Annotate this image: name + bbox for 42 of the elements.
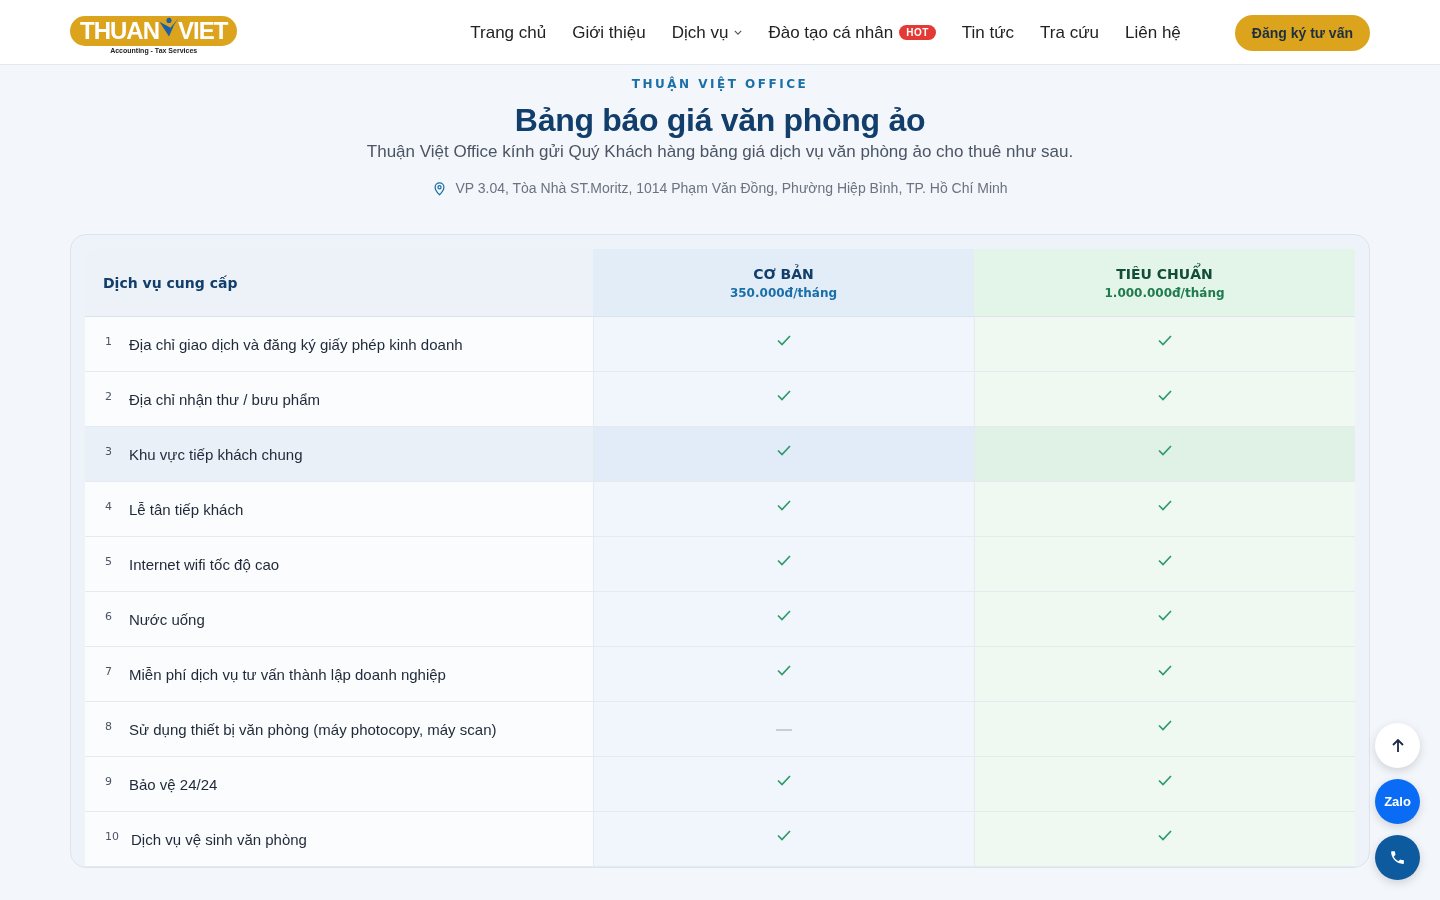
row-number: 10 xyxy=(105,830,119,844)
nav-link[interactable]: Liên hệ xyxy=(1125,22,1181,43)
service-name: Địa chỉ nhận thư / bưu phẩm xyxy=(129,390,321,408)
hot-badge: HOT xyxy=(899,25,936,40)
row-number: 1 xyxy=(105,335,113,349)
nav-link[interactable]: Trang chủ xyxy=(470,22,547,43)
consult-button[interactable]: Đăng ký tư vấn xyxy=(1234,14,1370,51)
service-name: Khu vực tiếp khách chung xyxy=(129,445,303,463)
service-name: Địa chỉ giao dịch và đăng ký giấy phép kinh doanh xyxy=(129,335,463,353)
nav-link[interactable]: Tra cứu xyxy=(1040,22,1100,43)
row-number: 9 xyxy=(105,775,113,789)
row-number: 8 xyxy=(105,720,113,734)
plan-price: 1.000.000đ/tháng xyxy=(1104,285,1225,300)
service-name: Nước uống xyxy=(129,610,205,628)
row-number: 7 xyxy=(105,665,113,679)
service-name: Bảo vệ 24/24 xyxy=(129,775,218,793)
row-number: 5 xyxy=(105,555,113,569)
zalo-button[interactable]: Zalo xyxy=(1375,779,1420,824)
nav-link[interactable]: Giới thiệu xyxy=(572,22,646,43)
phone-icon xyxy=(1389,849,1406,866)
call-button[interactable] xyxy=(1375,835,1420,880)
row-number: 3 xyxy=(105,445,113,459)
service-name: Dịch vụ vệ sinh văn phòng xyxy=(131,830,307,848)
plan-name: TIÊU CHUẨN xyxy=(1116,265,1213,282)
service-name: Sử dụng thiết bị văn phòng (máy photocopy, máy scan) xyxy=(129,720,497,738)
nav-link[interactable]: Tin tức xyxy=(961,22,1015,43)
eyebrow-text: THUẬN VIỆT OFFICE xyxy=(630,77,810,91)
plan-price: 350.000đ/tháng xyxy=(729,285,838,300)
scroll-top-button[interactable] xyxy=(1375,723,1420,768)
page-title: Bảng báo giá văn phòng ảo xyxy=(513,103,927,139)
nav-link[interactable]: Đào tạo cá nhân HOT xyxy=(768,22,936,43)
caret-icon xyxy=(734,30,743,35)
subtitle: Thuận Việt Office kính gửi Quý Khách hàng bảng giá dịch vụ văn phòng ảo cho thuê như sau. xyxy=(365,142,1075,163)
service-name: Internet wifi tốc độ cao xyxy=(129,555,280,573)
row-number: 2 xyxy=(105,390,113,404)
row-number: 4 xyxy=(105,500,113,514)
nav-link[interactable]: Dịch vụ xyxy=(671,22,743,43)
row-number: 6 xyxy=(105,610,113,624)
service-name: Miễn phí dịch vụ tư vấn thành lập doanh nghiệp xyxy=(129,665,446,683)
address-text: VP 3.04, Tòa Nhà ST.Moritz, 1014 Phạm Văn Đồng, Phường Hiệp Bình, TP. Hồ Chí Minh xyxy=(455,180,1008,197)
service-name: Lễ tân tiếp khách xyxy=(129,500,244,518)
plan-name: CƠ BẢN xyxy=(753,265,814,282)
